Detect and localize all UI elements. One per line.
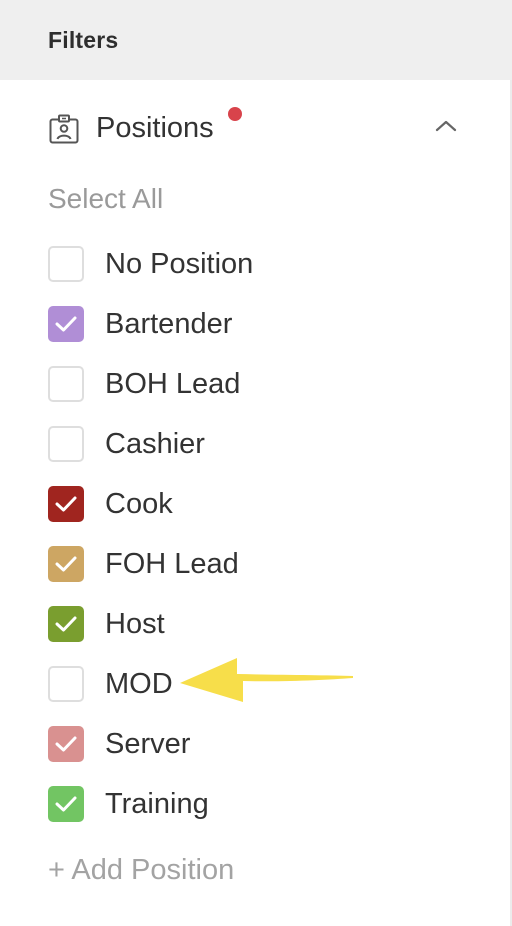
position-option-label: MOD — [105, 668, 173, 700]
add-position-link[interactable]: + Add Position — [48, 854, 234, 887]
positions-section-title[interactable]: Positions — [96, 112, 214, 145]
active-filter-indicator — [228, 107, 242, 121]
checkbox-checked[interactable] — [48, 606, 84, 642]
annotation-arrow-icon — [180, 658, 353, 702]
position-option-label: Server — [105, 728, 191, 760]
checkmark-icon — [55, 496, 77, 512]
position-option-no-position[interactable]: No Position — [48, 246, 448, 286]
id-badge-icon — [49, 114, 79, 144]
position-option-foh-lead[interactable]: FOH Lead — [48, 546, 448, 586]
checkbox-unchecked[interactable] — [48, 246, 84, 282]
position-option-label: BOH Lead — [105, 368, 241, 400]
checkmark-icon — [55, 316, 77, 332]
checkmark-icon — [55, 556, 77, 572]
position-option-label: Host — [105, 608, 165, 640]
checkbox-checked[interactable] — [48, 726, 84, 762]
select-all-link[interactable]: Select All — [48, 183, 163, 215]
checkbox-checked[interactable] — [48, 786, 84, 822]
position-option-label: Training — [105, 788, 209, 820]
filters-panel: Filters Positions Select All No Position… — [0, 0, 512, 926]
checkbox-checked[interactable] — [48, 306, 84, 342]
position-option-host[interactable]: Host — [48, 606, 448, 646]
checkmark-icon — [55, 796, 77, 812]
checkbox-checked[interactable] — [48, 546, 84, 582]
position-option-training[interactable]: Training — [48, 786, 448, 826]
position-option-label: Cook — [105, 488, 173, 520]
checkmark-icon — [55, 736, 77, 752]
position-option-label: FOH Lead — [105, 548, 239, 580]
position-option-label: Cashier — [105, 428, 205, 460]
position-option-cook[interactable]: Cook — [48, 486, 448, 526]
filters-title: Filters — [48, 27, 119, 53]
checkbox-unchecked[interactable] — [48, 366, 84, 402]
position-option-server[interactable]: Server — [48, 726, 448, 766]
checkbox-unchecked[interactable] — [48, 426, 84, 462]
filters-header: Filters — [0, 0, 512, 80]
checkmark-icon — [55, 616, 77, 632]
position-option-bartender[interactable]: Bartender — [48, 306, 448, 346]
chevron-up-icon[interactable] — [432, 115, 460, 135]
position-option-cashier[interactable]: Cashier — [48, 426, 448, 466]
checkbox-unchecked[interactable] — [48, 666, 84, 702]
position-option-boh-lead[interactable]: BOH Lead — [48, 366, 448, 406]
checkbox-checked[interactable] — [48, 486, 84, 522]
position-option-label: Bartender — [105, 308, 233, 340]
position-option-label: No Position — [105, 248, 254, 280]
